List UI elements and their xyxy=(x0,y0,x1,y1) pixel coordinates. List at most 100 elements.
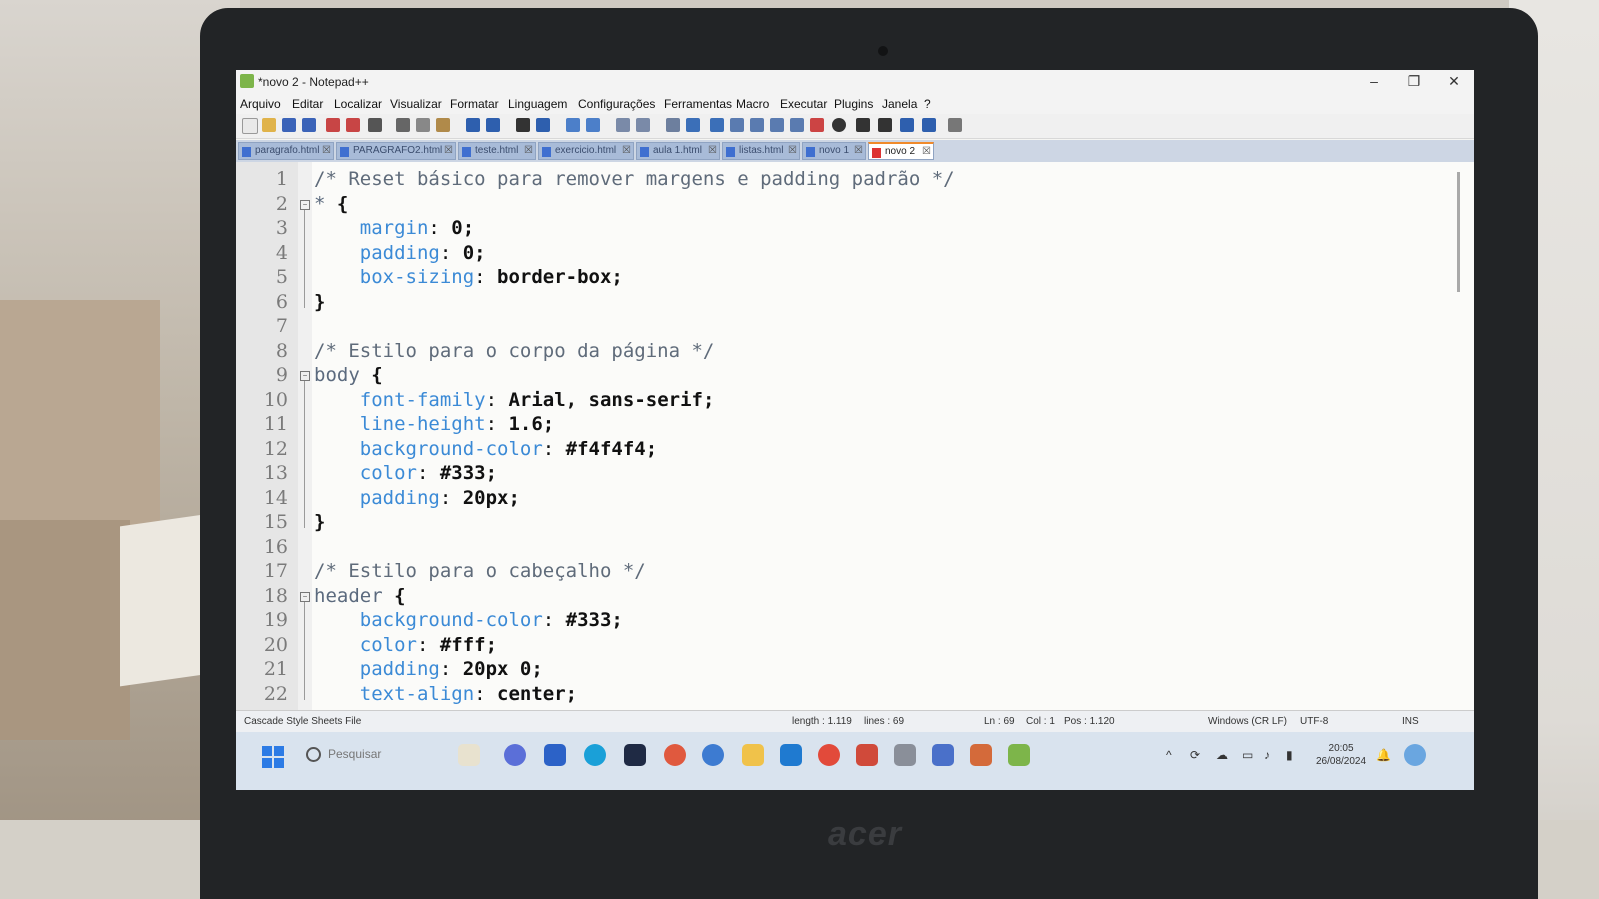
minimize-button[interactable]: – xyxy=(1354,73,1394,89)
code-line[interactable]: } xyxy=(314,511,325,533)
code-line[interactable]: text-align: center; xyxy=(314,683,577,705)
vscode-icon[interactable] xyxy=(780,744,802,766)
app-icon[interactable] xyxy=(894,744,916,766)
menu-configuracoes[interactable]: Configurações xyxy=(578,97,655,111)
record-macro-icon[interactable] xyxy=(832,118,846,132)
menu-executar[interactable]: Executar xyxy=(780,97,827,111)
tray-volume-icon[interactable]: ♪ xyxy=(1264,748,1270,762)
app-icon[interactable] xyxy=(932,744,954,766)
maximize-button[interactable]: ❐ xyxy=(1394,73,1434,90)
indent-guide-icon[interactable] xyxy=(710,118,724,132)
chat-icon[interactable] xyxy=(504,744,526,766)
code-line[interactable]: padding: 0; xyxy=(314,242,486,264)
play-macro-icon[interactable] xyxy=(878,118,892,132)
code-line[interactable]: background-color: #f4f4f4; xyxy=(314,438,657,460)
language-icon[interactable] xyxy=(730,118,744,132)
store-icon[interactable] xyxy=(544,744,566,766)
copilot-icon[interactable] xyxy=(1404,744,1426,766)
stop-macro-icon[interactable] xyxy=(856,118,870,132)
tab-exercicio[interactable]: exercicio.html ☒ xyxy=(538,142,634,160)
tab-paragrafo2[interactable]: PARAGRAFO2.html ☒ xyxy=(336,142,456,160)
code-line[interactable]: padding: 20px; xyxy=(314,487,520,509)
close-tab-icon[interactable]: ☒ xyxy=(444,145,453,156)
tab-aula1[interactable]: aula 1.html ☒ xyxy=(636,142,720,160)
menu-help[interactable]: ? xyxy=(924,97,931,111)
print-icon[interactable] xyxy=(368,118,382,132)
eol-format[interactable]: Windows (CR LF) xyxy=(1208,716,1287,727)
close-tab-icon[interactable]: ☒ xyxy=(322,145,331,156)
show-all-chars-icon[interactable] xyxy=(686,118,700,132)
close-tab-icon[interactable]: ☒ xyxy=(524,145,533,156)
new-file-icon[interactable] xyxy=(242,118,258,134)
menu-visualizar[interactable]: Visualizar xyxy=(390,97,442,111)
zoom-out-icon[interactable] xyxy=(586,118,600,132)
start-button[interactable] xyxy=(262,746,284,768)
word-wrap-icon[interactable] xyxy=(666,118,680,132)
find-icon[interactable] xyxy=(516,118,530,132)
copy-icon[interactable] xyxy=(416,118,430,132)
open-file-icon[interactable] xyxy=(262,118,276,132)
app-icon[interactable] xyxy=(970,744,992,766)
menu-macro[interactable]: Macro xyxy=(736,97,769,111)
undo-icon[interactable] xyxy=(466,118,480,132)
menu-arquivo[interactable]: Arquivo xyxy=(240,97,281,111)
monitoring-icon[interactable] xyxy=(810,118,824,132)
run-macro-multiple-icon[interactable] xyxy=(900,118,914,132)
taskbar-clock[interactable]: 20:05 26/08/2024 xyxy=(1316,742,1366,768)
save-macro-icon[interactable] xyxy=(922,118,936,132)
dropbox-icon[interactable] xyxy=(624,744,646,766)
function-list-icon[interactable] xyxy=(770,118,784,132)
insert-mode[interactable]: INS xyxy=(1402,716,1419,727)
menu-formatar[interactable]: Formatar xyxy=(450,97,499,111)
app-icon[interactable] xyxy=(856,744,878,766)
menu-editar[interactable]: Editar xyxy=(292,97,323,111)
folder-workspace-icon[interactable] xyxy=(790,118,804,132)
tab-novo1[interactable]: novo 1 ☒ xyxy=(802,142,866,160)
paste-icon[interactable] xyxy=(436,118,450,132)
close-file-icon[interactable] xyxy=(326,118,340,132)
save-icon[interactable] xyxy=(282,118,296,132)
menu-plugins[interactable]: Plugins xyxy=(834,97,873,111)
sync-app-icon[interactable] xyxy=(702,744,724,766)
chrome-icon[interactable] xyxy=(818,744,840,766)
tray-network-icon[interactable]: ▭ xyxy=(1242,748,1253,762)
tab-paragrafo[interactable]: paragrafo.html ☒ xyxy=(238,142,334,160)
code-line[interactable]: line-height: 1.6; xyxy=(314,413,555,435)
menu-linguagem[interactable]: Linguagem xyxy=(508,97,567,111)
code-line[interactable]: /* Estilo para o cabeçalho */ xyxy=(314,560,646,582)
code-line[interactable]: * { xyxy=(314,193,348,215)
menu-ferramentas[interactable]: Ferramentas xyxy=(664,97,732,111)
taskbar-search[interactable]: Pesquisar xyxy=(328,747,381,761)
redo-icon[interactable] xyxy=(486,118,500,132)
code-editor[interactable]: 1 /* Reset básico para remover margens e … xyxy=(236,162,1474,710)
fold-toggle-icon[interactable]: − xyxy=(300,591,310,602)
file-explorer-icon[interactable] xyxy=(742,744,764,766)
menu-janela[interactable]: Janela xyxy=(882,97,917,111)
replace-icon[interactable] xyxy=(536,118,550,132)
fold-toggle-icon[interactable]: − xyxy=(300,199,310,210)
code-line[interactable]: body { xyxy=(314,364,383,386)
notification-icon[interactable]: 🔔 xyxy=(1376,748,1391,762)
code-line[interactable]: } xyxy=(314,291,325,313)
code-line[interactable]: box-sizing: border-box; xyxy=(314,266,623,288)
close-all-icon[interactable] xyxy=(346,118,360,132)
code-line[interactable]: background-color: #333; xyxy=(314,609,623,631)
tray-battery-icon[interactable]: ▮ xyxy=(1286,748,1293,762)
code-line[interactable]: font-family: Arial, sans-serif; xyxy=(314,389,715,411)
tab-listas[interactable]: listas.html ☒ xyxy=(722,142,800,160)
code-line[interactable]: margin: 0; xyxy=(314,217,474,239)
widgets-icon[interactable] xyxy=(458,744,480,766)
doc-map-icon[interactable] xyxy=(750,118,764,132)
close-tab-icon[interactable]: ☒ xyxy=(854,145,863,156)
close-tab-icon[interactable]: ☒ xyxy=(922,146,931,157)
save-all-icon[interactable] xyxy=(302,118,316,132)
vertical-scrollbar[interactable] xyxy=(1457,172,1460,292)
code-line[interactable]: color: #333; xyxy=(314,462,497,484)
tray-cloud-icon[interactable]: ☁ xyxy=(1216,748,1228,762)
edge-icon[interactable] xyxy=(584,744,606,766)
cut-icon[interactable] xyxy=(396,118,410,132)
zoom-in-icon[interactable] xyxy=(566,118,580,132)
close-tab-icon[interactable]: ☒ xyxy=(622,145,631,156)
sync-horizontal-icon[interactable] xyxy=(636,118,650,132)
search-icon[interactable] xyxy=(306,747,321,762)
